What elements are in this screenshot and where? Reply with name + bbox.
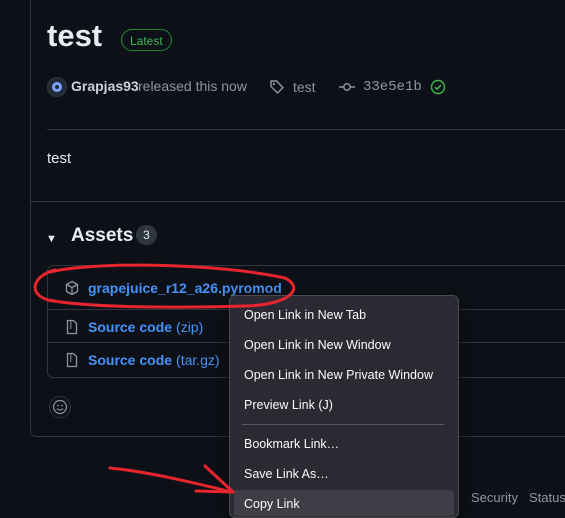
assets-toggle-caret-icon[interactable]: ▼ [46, 233, 57, 245]
author-link[interactable]: Grapjas93 [71, 78, 139, 94]
package-icon [65, 280, 79, 296]
divider [31, 201, 565, 202]
asset-ext[interactable]: (tar.gz) [176, 352, 220, 368]
file-zip-icon [66, 352, 78, 368]
menu-item-preview-link[interactable]: Preview Link (J) [244, 398, 333, 412]
menu-separator [242, 424, 444, 425]
commit-hash: 33e5e1b [363, 79, 422, 95]
tag-icon [270, 80, 284, 94]
menu-item-bookmark-link[interactable]: Bookmark Link… [244, 437, 339, 451]
divider [47, 129, 565, 130]
asset-link[interactable]: grapejuice_r12_a26.pyromod [88, 280, 282, 296]
commit-link[interactable]: 33e5e1b [339, 79, 446, 95]
released-text: released this now [138, 78, 247, 94]
file-zip-icon [66, 319, 78, 335]
add-reaction-button[interactable] [49, 396, 71, 418]
menu-item-save-link-as[interactable]: Save Link As… [244, 467, 329, 481]
assets-count-badge: 3 [136, 225, 157, 245]
avatar-icon [52, 82, 62, 92]
tag-link[interactable]: test [269, 79, 316, 95]
menu-item-copy-link[interactable]: Copy Link [244, 497, 300, 511]
tag-label: test [293, 79, 316, 95]
context-menu: Open Link in New Tab Open Link in New Wi… [229, 295, 459, 518]
asset-item[interactable]: Source code (zip) [64, 319, 203, 335]
menu-item-open-new-tab[interactable]: Open Link in New Tab [244, 308, 366, 322]
latest-badge: Latest [121, 29, 172, 51]
smiley-icon [52, 399, 68, 415]
red-arrow-annotation [108, 466, 234, 494]
release-body: test [47, 150, 72, 167]
menu-item-open-private-window[interactable]: Open Link in New Private Window [244, 368, 433, 382]
menu-item-open-new-window[interactable]: Open Link in New Window [244, 338, 391, 352]
release-title[interactable]: test [47, 18, 102, 54]
footer-link-security[interactable]: Security [471, 490, 518, 505]
asset-item[interactable]: grapejuice_r12_a26.pyromod [64, 280, 282, 296]
asset-link[interactable]: Source code [88, 319, 172, 335]
red-arrowhead-annotation [194, 464, 235, 494]
asset-link[interactable]: Source code [88, 352, 172, 368]
asset-ext[interactable]: (zip) [176, 319, 203, 335]
asset-item[interactable]: Source code (tar.gz) [64, 352, 220, 368]
assets-title[interactable]: Assets [71, 225, 133, 247]
verified-check-icon [430, 79, 446, 95]
commit-icon [339, 83, 355, 91]
avatar[interactable] [47, 77, 67, 97]
footer-link-status[interactable]: Status [529, 490, 565, 505]
